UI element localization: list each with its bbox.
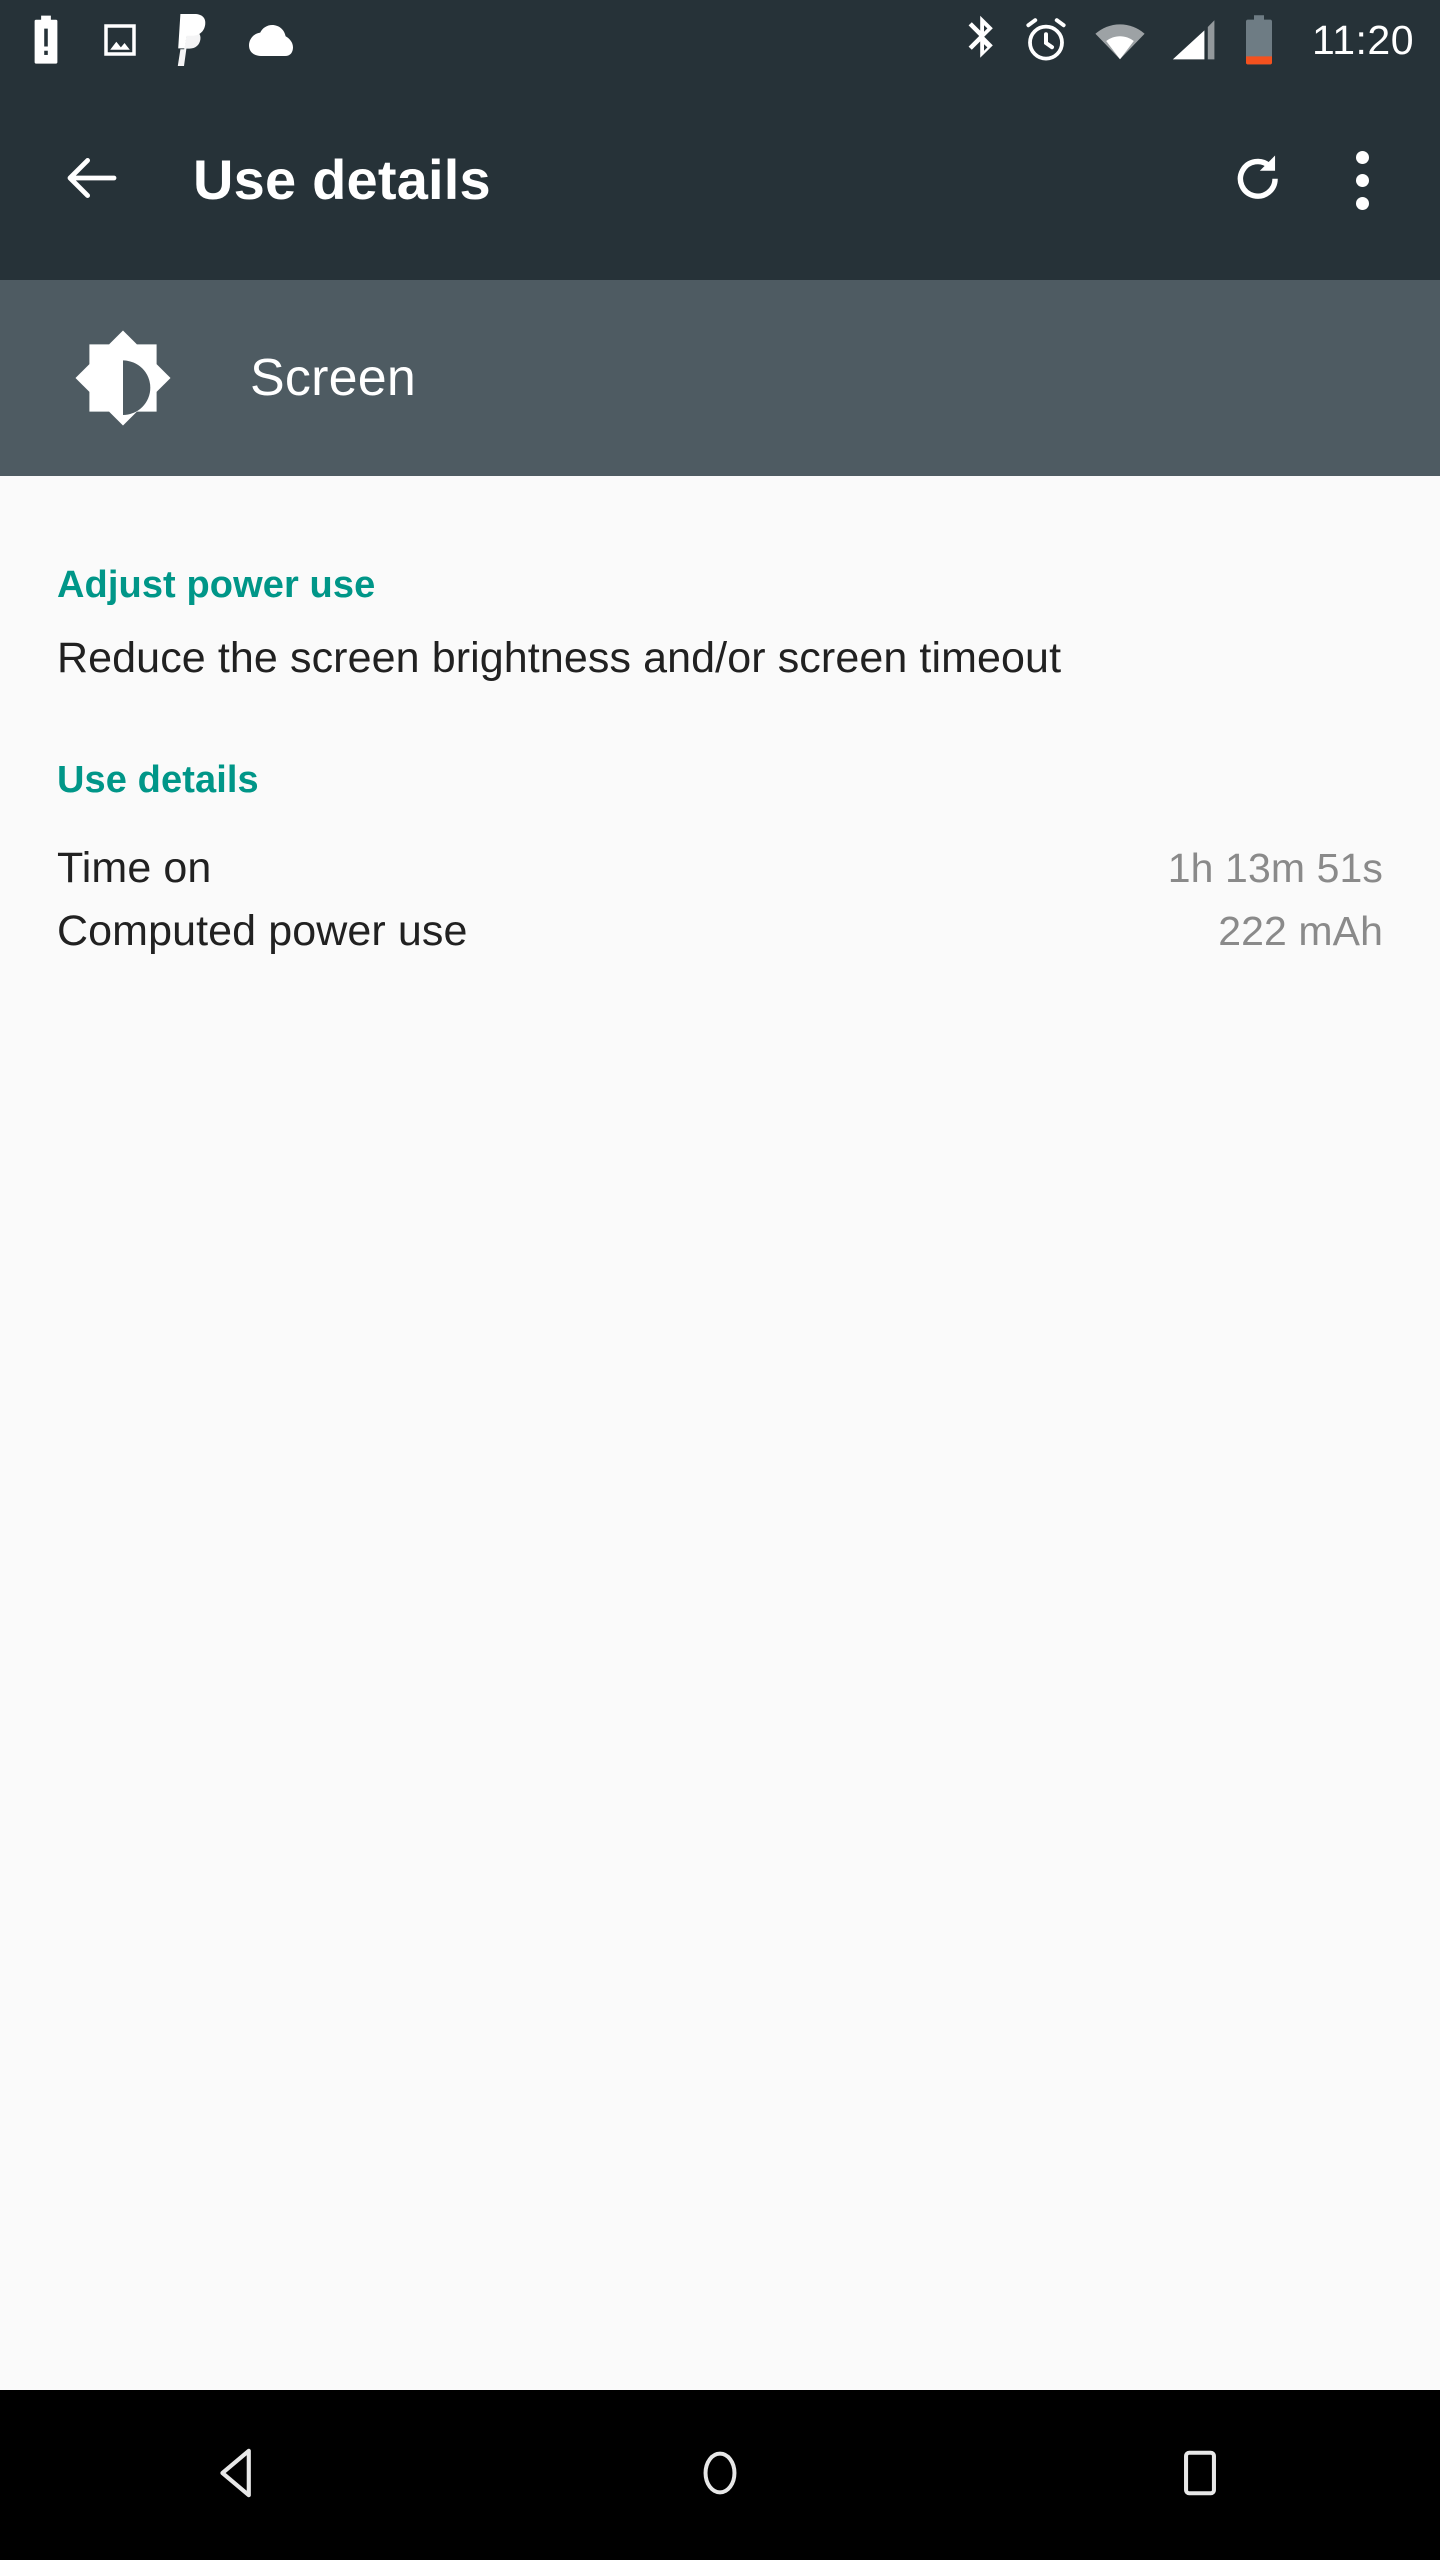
detail-value: 1h 13m 51s: [1167, 845, 1383, 892]
detail-row-time-on: Time on 1h 13m 51s: [57, 844, 1383, 906]
refresh-button[interactable]: [1210, 132, 1306, 228]
nav-home-button[interactable]: [630, 2390, 810, 2560]
entity-title: Screen: [250, 349, 416, 407]
more-vert-icon-dot: [1355, 173, 1369, 187]
section-title-use-details: Use details: [57, 759, 259, 802]
use-details-list: Time on 1h 13m 51s Computed power use 22…: [57, 844, 1383, 968]
alarm-clock-icon: [1022, 16, 1070, 64]
detail-value: 222 mAh: [1218, 907, 1383, 954]
entity-header: Screen: [0, 280, 1440, 476]
page-title: Use details: [193, 148, 491, 211]
detail-key: Computed power use: [57, 906, 468, 955]
bluetooth-icon: [964, 15, 998, 65]
section-body-adjust-power-use: Reduce the screen brightness and/or scre…: [57, 634, 1062, 682]
back-button[interactable]: [44, 132, 140, 228]
paypal-icon: [174, 14, 214, 66]
refresh-icon: [1227, 147, 1289, 214]
nav-home-circle-icon: [692, 2445, 748, 2506]
navigation-bar: [0, 2390, 1440, 2560]
detail-row-computed-power-use: Computed power use 222 mAh: [57, 907, 1383, 969]
detail-key: Time on: [57, 844, 212, 893]
app-bar: Use details: [0, 80, 1440, 280]
nav-back-button[interactable]: [150, 2390, 330, 2560]
brightness-medium-icon: [60, 315, 186, 441]
cloud-icon: [247, 23, 295, 57]
content-area: Adjust power use Reduce the screen brigh…: [0, 476, 1440, 2390]
nav-recents-square-icon: [1175, 2446, 1225, 2505]
status-bar: 11:20: [0, 0, 1440, 80]
status-bar-system-icons: 11:20: [964, 14, 1414, 66]
battery-alert-icon: [26, 14, 66, 66]
overflow-menu-button[interactable]: [1322, 132, 1402, 228]
more-vert-icon-dot: [1355, 196, 1369, 210]
nav-recents-button[interactable]: [1110, 2390, 1290, 2560]
arrow-back-icon: [59, 145, 125, 216]
wifi-icon: [1094, 20, 1146, 60]
section-title-adjust-power-use: Adjust power use: [57, 564, 376, 606]
battery-icon: [1242, 14, 1276, 66]
status-bar-notification-icons: [26, 14, 295, 66]
nav-back-triangle-icon: [209, 2442, 271, 2509]
phone-screen: 11:20 Use details Screen Adjust power us…: [0, 0, 1440, 2560]
more-vert-icon-dot: [1355, 150, 1369, 164]
screenshot-image-icon: [99, 19, 141, 61]
status-bar-clock: 11:20: [1311, 16, 1414, 63]
cellular-signal-icon: [1170, 19, 1218, 61]
